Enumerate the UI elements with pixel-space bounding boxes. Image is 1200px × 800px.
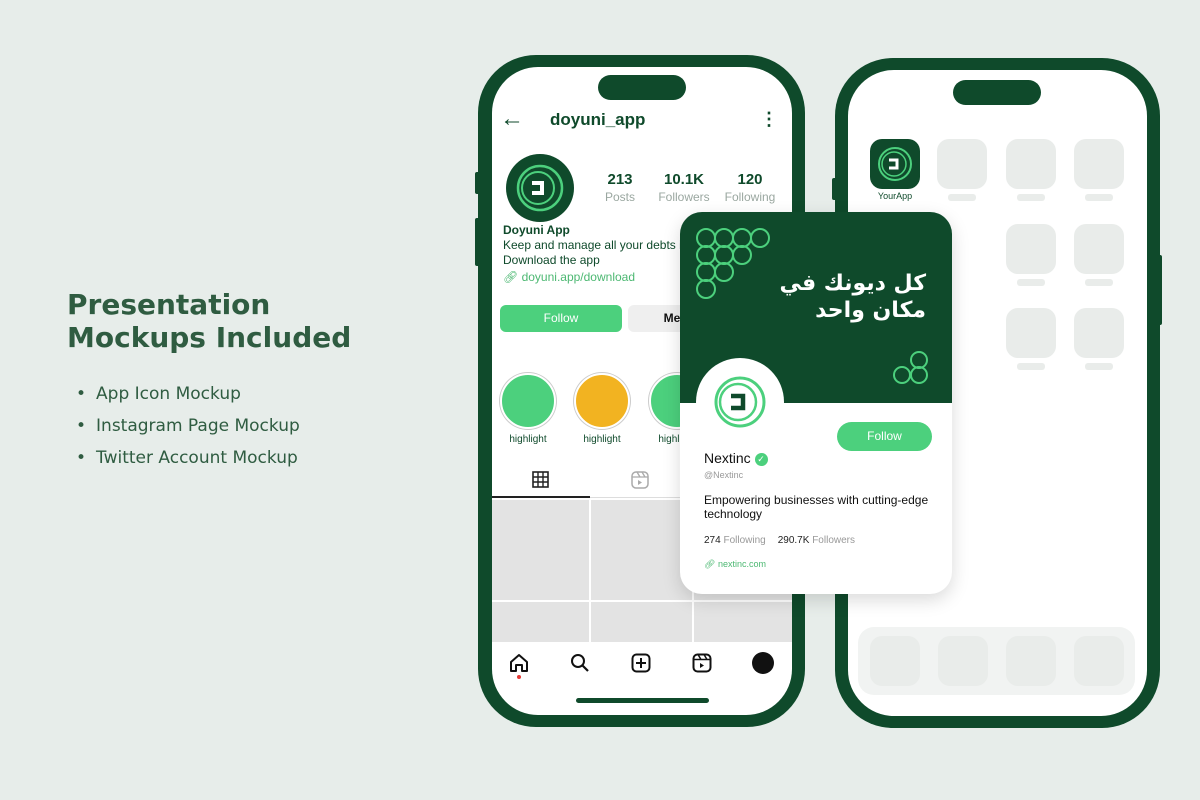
profile-username: doyuni_app [550, 110, 646, 129]
label-placeholder [1085, 363, 1113, 370]
twitter-handle: @Nextinc [704, 470, 744, 480]
banner-line: كل ديونك في [779, 271, 926, 296]
coin-logo-icon [878, 147, 912, 181]
tab-grid[interactable] [492, 462, 590, 498]
link-text[interactable]: doyuni.app/download [522, 270, 635, 284]
verified-badge-icon: ✓ [754, 452, 768, 466]
promo-heading: Presentation Mockups Included [67, 288, 351, 354]
stat-label: Followers [658, 190, 710, 204]
highlight-label: highlight [583, 434, 621, 445]
post-thumbnail[interactable] [591, 602, 692, 642]
heading-line-2: Mockups Included [67, 321, 352, 354]
feature-item: App Icon Mockup [76, 380, 300, 412]
bio-line: Keep and manage all your debts in [503, 238, 689, 252]
feature-list: App Icon Mockup Instagram Page Mockup Tw… [76, 380, 300, 476]
app-placeholder [1006, 224, 1056, 274]
bio-line: Download the app [503, 253, 600, 267]
label-placeholder [1085, 194, 1113, 201]
home-icon[interactable] [509, 653, 529, 673]
dock-app-placeholder [870, 636, 920, 686]
app-placeholder [1074, 139, 1124, 189]
banner-arabic-text: كل ديونك في مكان واحد [779, 270, 926, 324]
reels-icon [631, 471, 649, 489]
link-text[interactable]: nextinc.com [718, 559, 766, 569]
profile-name: Doyuni App [503, 223, 570, 237]
follow-button[interactable]: Follow [500, 305, 622, 332]
post-thumbnail[interactable] [694, 602, 792, 642]
profile-link[interactable]: 🔗︎ doyuni.app/download [503, 270, 688, 285]
app-placeholder [1074, 224, 1124, 274]
feature-item: Instagram Page Mockup [76, 412, 300, 444]
highlight-label: highlight [509, 434, 547, 445]
profile-avatar[interactable] [506, 154, 574, 222]
twitter-follow-button[interactable]: Follow [837, 422, 932, 451]
dynamic-island [598, 75, 686, 100]
dock-app-placeholder [938, 636, 988, 686]
stat-value: 120 [737, 171, 763, 188]
more-vertical-icon[interactable]: ⋮ [760, 109, 778, 130]
add-icon[interactable] [631, 653, 651, 673]
stat-value: 10.1K [663, 171, 705, 188]
dock-app-placeholder [1074, 636, 1124, 686]
followers-count[interactable]: 290.7K [778, 535, 810, 546]
twitter-stats: 274 Following 290.7K Followers [704, 535, 855, 546]
stat-followers[interactable]: 10.1K Followers [652, 171, 716, 204]
coin-logo-icon [516, 164, 564, 212]
twitter-bio: Empowering businesses with cutting-edge … [704, 493, 929, 521]
link-icon: 🔗︎ [503, 270, 519, 284]
dock-app-placeholder [1006, 636, 1056, 686]
dynamic-island [953, 80, 1041, 105]
app-placeholder [1006, 139, 1056, 189]
reels-nav-icon[interactable] [692, 653, 712, 673]
following-label[interactable]: Following [723, 535, 765, 546]
display-name: Nextinc [704, 450, 751, 466]
stat-posts: 213 Posts [592, 171, 648, 204]
followers-label[interactable]: Followers [812, 535, 855, 546]
twitter-avatar[interactable] [696, 358, 784, 446]
twitter-link[interactable]: 🔗︎ nextinc.com [704, 559, 766, 570]
coin-logo-icon [714, 376, 766, 428]
dock [858, 627, 1135, 695]
tab-reels[interactable] [590, 462, 690, 498]
highlight-circle[interactable] [574, 373, 630, 429]
label-placeholder [1017, 279, 1045, 286]
heading-line-1: Presentation [67, 288, 271, 321]
coin-pattern-icon [696, 228, 770, 299]
grid-icon [532, 471, 549, 488]
label-placeholder [1017, 363, 1045, 370]
back-arrow-icon[interactable]: ← [500, 105, 524, 133]
profile-bio: Doyuni App Keep and manage all your debt… [503, 223, 688, 285]
coin-pattern-icon [893, 351, 928, 384]
stat-following[interactable]: 120 Following [718, 171, 782, 204]
following-count[interactable]: 274 [704, 535, 721, 546]
stat-label: Posts [604, 190, 635, 204]
profile-nav-avatar[interactable] [752, 652, 774, 674]
stat-value: 213 [607, 171, 633, 188]
twitter-display-name: Nextinc ✓ [704, 450, 768, 466]
app-placeholder [937, 139, 987, 189]
app-label: YourApp [877, 191, 913, 201]
notification-dot [517, 675, 521, 679]
post-thumbnail[interactable] [492, 500, 589, 600]
home-indicator [576, 698, 709, 703]
feature-item: Twitter Account Mockup [76, 444, 300, 476]
label-placeholder [948, 194, 976, 201]
stat-label: Following [724, 190, 776, 204]
post-thumbnail[interactable] [591, 500, 692, 600]
label-placeholder [1017, 194, 1045, 201]
highlight-circle[interactable] [500, 373, 556, 429]
banner-line: مكان واحد [815, 298, 926, 323]
link-icon: 🔗︎ [704, 559, 716, 569]
post-thumbnail[interactable] [492, 602, 589, 642]
app-placeholder [1006, 308, 1056, 358]
search-icon[interactable] [570, 653, 590, 673]
app-placeholder [1074, 308, 1124, 358]
twitter-profile-card: كل ديونك في مكان واحد Follow Nextinc ✓ @N… [680, 212, 952, 594]
label-placeholder [1085, 279, 1113, 286]
app-icon[interactable] [870, 139, 920, 189]
